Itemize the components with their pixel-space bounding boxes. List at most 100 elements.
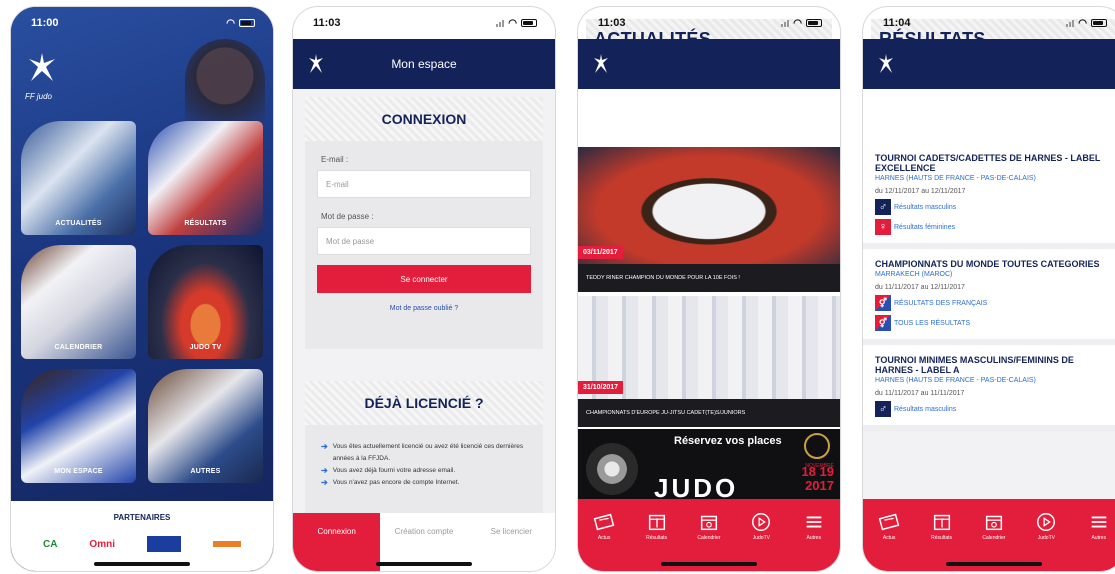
tab-autres[interactable]: Autres [794,511,834,541]
licencie-header: DÉJÀ LICENCIÉ ? [305,381,543,425]
tab-resultats[interactable]: Résultats [922,511,962,541]
tab-se-licencier[interactable]: Se licencier [468,513,555,571]
partners-section: PARTENAIRES CA Omni [11,501,273,571]
bullet-item: ➔ Vous êtes actuellement licencié ou avez… [321,441,525,465]
promo-reserve-text: Réservez vos places [674,435,782,447]
status-bar: 11:03 ◠ [578,7,840,39]
seal-icon [804,433,830,459]
forgot-password-link[interactable]: Mot de passe oublié ? [305,305,543,312]
judoka-logo-icon[interactable] [877,53,895,75]
arrow-icon: ➔ [321,478,328,487]
status-time: 11:00 [31,17,59,29]
calendar-icon [700,515,718,531]
password-field[interactable]: Mot de passe [317,227,531,255]
news-date: 03/11/2017 [578,246,623,259]
play-icon [1037,513,1056,531]
ff-judo-logo: FF judo [25,51,59,101]
mixed-gender-icon: ⚥ [875,295,891,311]
male-icon: ♂ [875,199,891,215]
news-card[interactable]: 03/11/2017 TEDDY RINER CHAMPION DU MONDE… [578,147,840,292]
judo-glove-image [586,443,638,495]
battery-icon [239,19,255,27]
status-icons: ◠ [781,18,822,29]
partner-logo-blue[interactable] [146,536,181,552]
menu-icon [806,516,822,528]
promo-banner[interactable]: Réservez vos places JUDO 18 19 2017 NOVE… [578,429,840,505]
result-place: MARRAKECH (MAROC) [875,271,953,278]
status-time: 11:03 [313,17,341,29]
news-card[interactable]: 31/10/2017 CHAMPIONNATS D'EUROPE JU-JITS… [578,296,840,427]
status-bar: 11:03 ◠ [293,7,555,39]
tab-calendrier[interactable]: Calendrier [689,511,729,541]
partner-logo-credit-agricole[interactable]: CA [43,539,57,550]
home-indicator [94,562,190,566]
newspaper-icon [593,513,615,531]
status-bar: 11:00 ◠ [11,7,273,39]
promo-date: 18 19 2017 [801,464,834,493]
tile-mon-espace[interactable]: MON ESPACE [21,369,136,483]
status-time: 11:04 [883,17,911,29]
tab-autres[interactable]: Autres [1079,511,1115,541]
tab-judotv[interactable]: JudoTV [1026,511,1066,541]
tile-autres[interactable]: AUTRES [148,369,263,483]
promo-month: NOVEMBRE [805,463,834,469]
scoreboard-icon [933,514,950,531]
tile-label: RÉSULTATS [184,220,227,227]
male-icon: ♂ [875,401,891,417]
result-title: TOURNOI MINIMES MASCULINS/FEMININS DE HA… [875,355,1074,375]
status-time: 11:03 [598,17,626,29]
status-icons: ◠ [496,18,537,29]
partner-logo-omni[interactable]: Omni [89,539,115,550]
result-place: HARNES (HAUTS DE FRANCE - PAS-DE-CALAIS) [875,175,1036,182]
tile-label: MON ESPACE [54,468,103,475]
result-link-feminines[interactable]: ♀ Résultats féminines [875,219,1113,235]
news-caption: TEDDY RINER CHAMPION DU MONDE POUR LA 10… [578,264,840,292]
status-icons: ◠ [1066,18,1107,29]
tab-actus[interactable]: Actus [584,511,624,541]
result-link-masculins[interactable]: ♂ Résultats masculins [875,401,1113,417]
tab-bar: Actus Résultats Calendrier JudoTV Autres [863,499,1115,571]
partners-title: PARTENAIRES [113,513,171,522]
result-date: du 11/11/2017 au 11/11/2017 [875,390,965,397]
status-bar: 11:04 ◠ [863,7,1115,39]
news-caption: CHAMPIONNATS D'EUROPE JU-JITSU CADET(TE)… [578,399,840,427]
result-link-tous[interactable]: ⚥ TOUS LES RÉSULTATS [875,315,1113,331]
athlete-portrait [185,39,265,121]
result-link-francais[interactable]: ⚥ RÉSULTATS DES FRANÇAIS [875,295,1113,311]
tab-judotv[interactable]: JudoTV [741,511,781,541]
signal-icon [496,19,505,27]
email-label: E-mail : [321,155,349,164]
nav-bar: Mon espace [293,39,555,89]
signal-icon [1066,19,1075,27]
judoka-logo-icon [29,53,55,81]
app-store-screenshots: 11:00 ◠ FF judo ACTUALITÉS RÉSULTATS CAL… [0,0,1115,574]
tab-calendrier[interactable]: Calendrier [974,511,1014,541]
phone-home: 11:00 ◠ FF judo ACTUALITÉS RÉSULTATS CAL… [10,6,274,572]
tile-label: JUDO TV [189,344,222,351]
tile-calendrier[interactable]: CALENDRIER [21,245,136,359]
home-header: FF judo [11,39,273,121]
partner-logo-orange[interactable] [212,541,241,547]
battery-icon [521,19,537,27]
tab-resultats[interactable]: Résultats [637,511,677,541]
result-item[interactable]: TOURNOI CADETS/CADETTES DE HARNES - LABE… [863,143,1115,249]
password-label: Mot de passe : [321,212,374,221]
battery-icon [1091,19,1107,27]
tile-judo-tv[interactable]: JUDO TV [148,245,263,359]
licencie-card: DÉJÀ LICENCIÉ ? ➔ Vous êtes actuellement … [305,381,543,527]
result-place: HARNES (HAUTS DE FRANCE - PAS-DE-CALAIS) [875,377,1036,384]
tile-resultats[interactable]: RÉSULTATS [148,121,263,235]
result-item[interactable]: TOURNOI MINIMES MASCULINS/FEMININS DE HA… [863,345,1115,431]
tile-actualites[interactable]: ACTUALITÉS [21,121,136,235]
email-field[interactable]: E-mail [317,170,531,198]
result-item[interactable]: CHAMPIONNATS DU MONDE TOUTES CATEGORIES … [863,249,1115,345]
home-indicator [946,562,1042,566]
bullet-item: ➔ Vous n'avez pas encore de compte Intern… [321,478,460,487]
tab-connexion[interactable]: Connexion [293,513,381,571]
login-button[interactable]: Se connecter [317,265,531,293]
tab-actus[interactable]: Actus [869,511,909,541]
tab-bar: Actus Résultats Calendrier JudoTV Autres [578,499,840,571]
home-indicator [376,562,472,566]
result-link-masculins[interactable]: ♂ Résultats masculins [875,199,1113,215]
judoka-logo-icon[interactable] [592,53,610,75]
